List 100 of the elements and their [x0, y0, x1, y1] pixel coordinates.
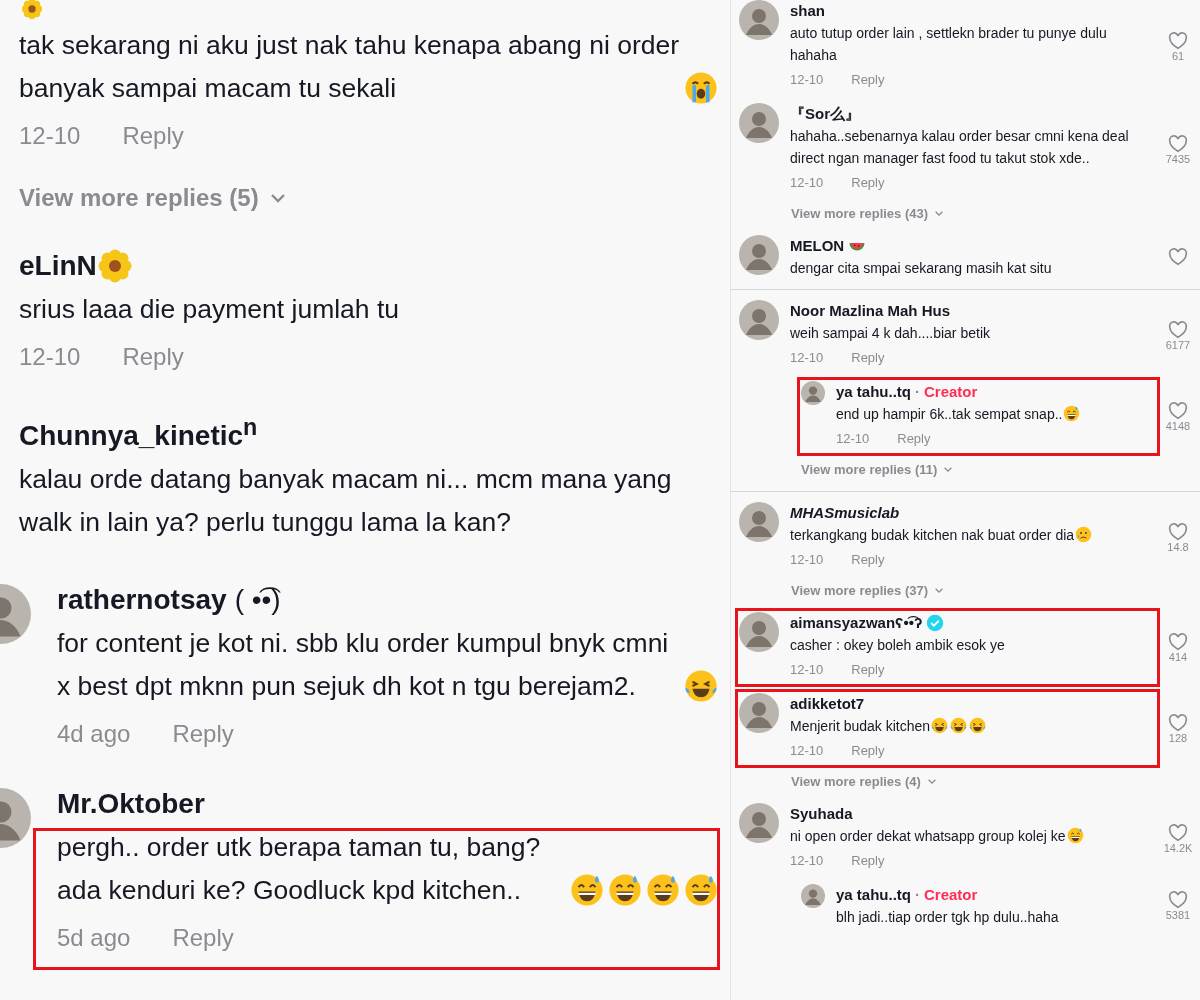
comment-text: blh jadi..tiap order tgk hp dulu..haha — [836, 908, 1059, 927]
comment-text: dengar cita smpai sekarang masih kat situ — [790, 259, 1052, 278]
comment-text: tak sekarang ni aku just nak tahu kenapa abang ni order banyak sampai macam tu sekali — [19, 29, 680, 105]
heart-icon[interactable] — [1168, 320, 1188, 339]
caret-icon — [934, 210, 945, 217]
avatar[interactable] — [739, 612, 779, 652]
caret-icon — [268, 192, 287, 204]
like-count: 7435 — [1165, 152, 1191, 165]
username[interactable]: ya tahu..tq — [836, 381, 911, 403]
reply-button[interactable]: Reply — [851, 175, 885, 190]
comment-date: 12-10 — [19, 343, 81, 371]
flower-icon — [96, 248, 133, 284]
like-count: 14.8 — [1167, 540, 1189, 553]
view-more-replies[interactable]: View more replies (11) — [801, 462, 954, 477]
like-count: 61 — [1171, 49, 1185, 62]
sweat-smile-icon — [1066, 827, 1084, 844]
laughing-face-icon — [950, 717, 968, 734]
like-count: 414 — [1168, 650, 1188, 663]
username[interactable]: Syuhada — [790, 803, 853, 825]
view-more-replies[interactable]: View more replies (37) — [791, 583, 945, 598]
avatar[interactable] — [739, 235, 779, 275]
username[interactable]: rathernotsay — [57, 578, 227, 623]
heart-icon[interactable] — [1168, 401, 1188, 420]
username[interactable]: eLinN — [19, 244, 97, 288]
avatar[interactable] — [801, 884, 825, 908]
comment-date: 12-10 — [836, 431, 870, 446]
heart-icon[interactable] — [1168, 522, 1188, 541]
view-more-replies[interactable]: View more replies (5) — [19, 184, 287, 212]
comment-date: 12-10 — [790, 743, 824, 758]
heart-icon[interactable] — [1168, 31, 1188, 50]
reply-button[interactable]: Reply — [122, 122, 184, 150]
username[interactable]: aimansyazwan — [790, 612, 896, 634]
comment-text: hahaha..sebenarnya kalau order besar cmni kena deal direct ngan manager fast food tu takut stok xde.. — [790, 127, 1130, 168]
username[interactable]: MHASmusiclab — [790, 502, 900, 524]
sweat-smile-icon — [570, 873, 604, 908]
reply-button[interactable]: Reply — [122, 343, 184, 371]
avatar[interactable] — [739, 803, 779, 843]
comment-date: 4d ago — [57, 720, 131, 749]
laughing-face-icon — [969, 717, 987, 734]
sweat-smile-icon — [608, 873, 642, 908]
heart-icon[interactable] — [1168, 134, 1188, 153]
heart-icon[interactable] — [1168, 891, 1188, 909]
like-count: 5381 — [1165, 909, 1191, 921]
comment-text: kalau orde datang banyak macam ni... mcm mana yang walk in lain ya? perlu tunggu lama la kan? — [19, 463, 673, 540]
comment-text: ni open order dekat whatsapp group kolej ke — [790, 827, 1066, 846]
avatar[interactable] — [739, 502, 779, 542]
reply-button[interactable]: Reply — [897, 431, 931, 446]
comment-date: 12-10 — [790, 72, 824, 87]
comment-date: 12-10 — [790, 552, 824, 567]
comment-text: terkangkang budak kitchen nak buat order dia — [790, 526, 1075, 545]
sweat-smile-icon — [1063, 405, 1081, 422]
reply-button[interactable]: Reply — [851, 350, 885, 365]
avatar[interactable] — [739, 103, 779, 143]
username[interactable]: Chunnya_kinetic$^{n}$ — [19, 405, 258, 459]
caret-icon — [934, 587, 945, 594]
avatar[interactable] — [801, 381, 825, 405]
view-more-replies[interactable]: View more replies (43) — [791, 206, 945, 221]
like-count: 4148 — [1165, 419, 1191, 432]
username[interactable]: Mr.Oktober — [57, 782, 205, 827]
view-more-replies[interactable]: View more replies (4) — [791, 774, 937, 789]
laughing-face-icon — [931, 717, 949, 734]
creator-label: Creator — [924, 885, 978, 905]
comment-date: 12-10 — [790, 662, 824, 677]
heart-icon[interactable] — [1168, 248, 1188, 266]
username[interactable]: 『Sor么』 — [790, 103, 860, 125]
reply-button[interactable]: Reply — [851, 662, 885, 677]
avatar[interactable] — [739, 300, 779, 340]
separator-dot: · — [915, 885, 920, 905]
laughing-face-icon — [684, 669, 718, 704]
username[interactable]: Noor Mazlina Mah Hus — [790, 300, 950, 322]
reply-button[interactable]: Reply — [851, 552, 885, 567]
avatar[interactable] — [739, 0, 779, 40]
reply-button[interactable]: Reply — [172, 924, 234, 953]
heart-icon[interactable] — [1168, 713, 1188, 732]
comment-date: 12-10 — [19, 122, 81, 150]
sweat-smile-icon — [684, 873, 718, 908]
avatar[interactable] — [739, 693, 779, 733]
reply-button[interactable]: Reply — [172, 720, 234, 749]
comment-text: end up hampir 6k..tak sempat snap.. — [836, 405, 1063, 424]
username[interactable]: MELON — [790, 235, 845, 257]
like-count: 128 — [1168, 731, 1188, 744]
creator-label: Creator — [924, 382, 978, 402]
comment-text: for content je kot ni. sbb klu order kumpul bnyk cmni x best dpt mknn pun sejuk dh kot n tgu berejam2. — [57, 627, 670, 704]
separator-dot: · — [915, 382, 920, 402]
comment-date: 12-10 — [790, 350, 824, 365]
username[interactable]: ya tahu..tq — [836, 884, 911, 906]
reply-button[interactable]: Reply — [851, 72, 885, 87]
flower-icon — [19, 0, 45, 20]
sad-tear-icon — [1075, 526, 1093, 543]
caret-icon — [943, 466, 954, 473]
heart-icon[interactable] — [1168, 632, 1188, 651]
username[interactable]: adikketot7 — [790, 693, 865, 715]
username[interactable]: shan — [790, 0, 825, 22]
comment-text: auto tutup order lain , settlekn brader tu punye dulu hahaha — [790, 24, 1108, 65]
reply-button[interactable]: Reply — [851, 743, 885, 758]
heart-icon[interactable] — [1168, 823, 1188, 842]
reply-button[interactable]: Reply — [851, 853, 885, 868]
comment-text: pergh.. order utk berapa taman tu, bang? ada kenduri ke? Goodluck kpd kitchen.. — [57, 831, 542, 908]
comment-date: 12-10 — [790, 853, 824, 868]
sweat-smile-icon — [646, 873, 680, 908]
